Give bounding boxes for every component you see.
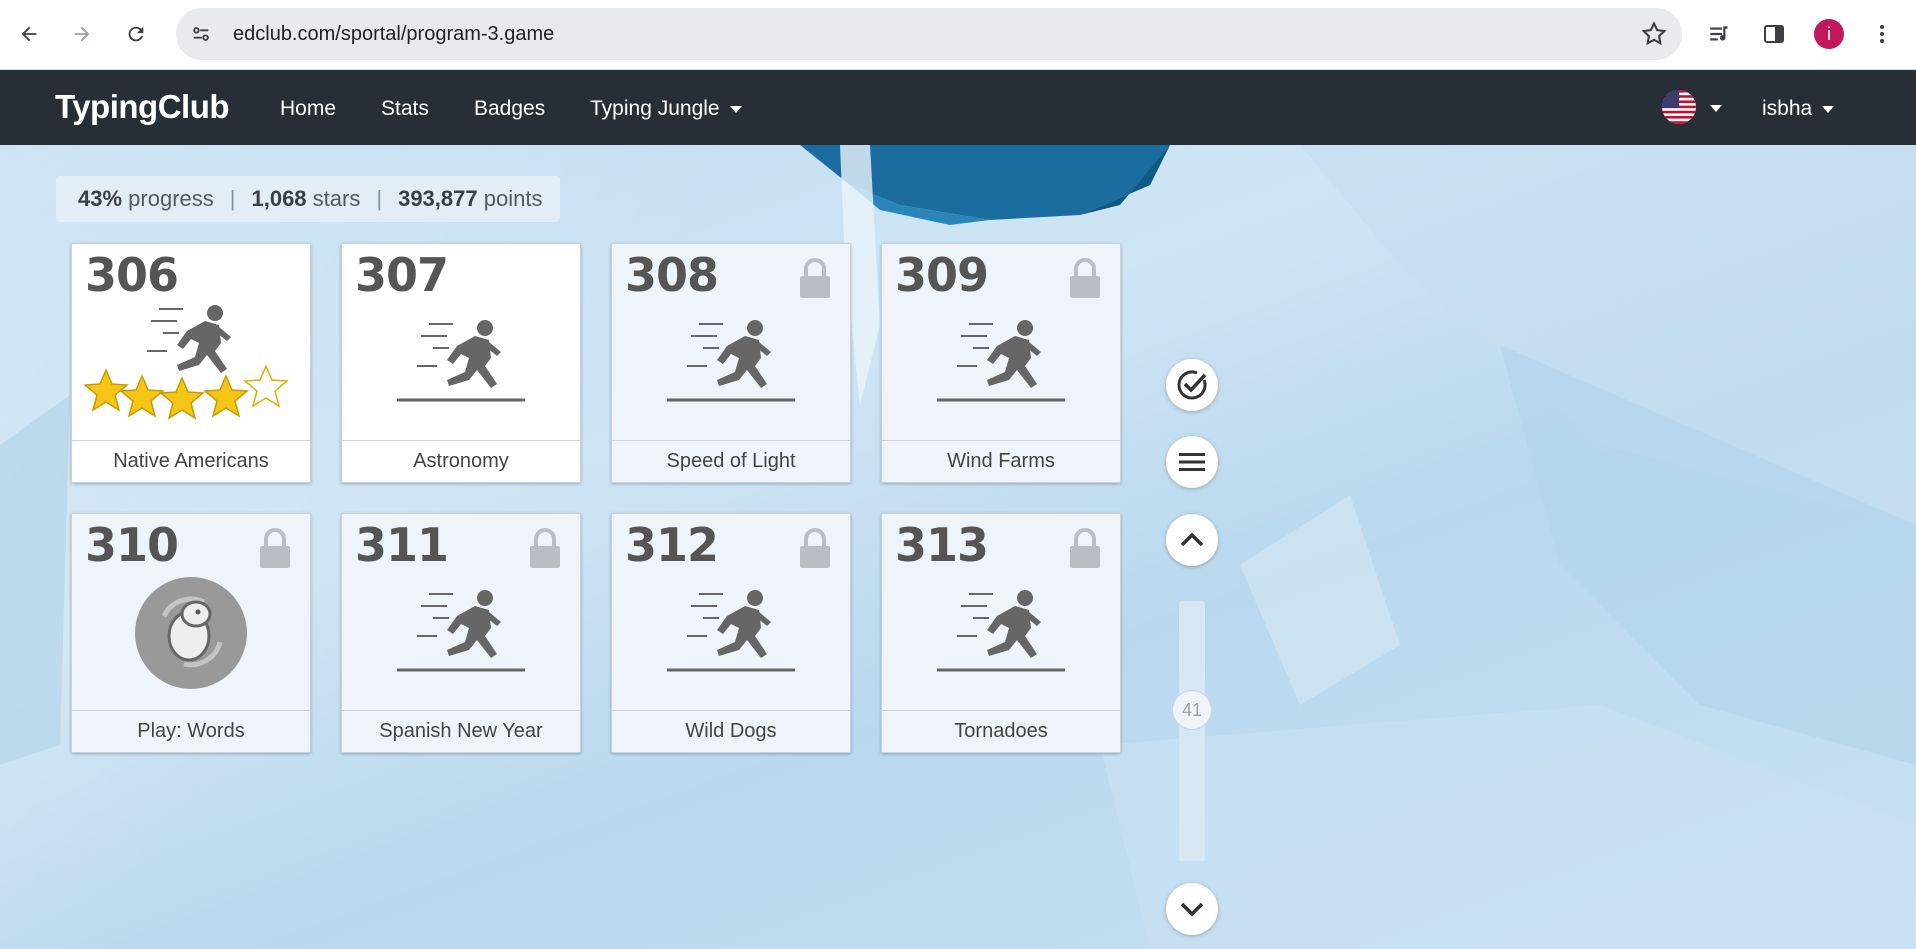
user-menu-dropdown[interactable]: isbha bbox=[1762, 97, 1835, 121]
progress-label: progress bbox=[128, 186, 214, 211]
lesson-title: Wind Farms bbox=[882, 440, 1120, 482]
reload-icon bbox=[128, 26, 144, 42]
forward-button[interactable] bbox=[63, 15, 101, 53]
scroll-down-button[interactable] bbox=[1166, 883, 1218, 935]
lesson-title: Wild Dogs bbox=[612, 710, 850, 752]
address-bar[interactable]: edclub.com/sportal/program-3.game bbox=[176, 8, 1682, 60]
lesson-number: 311 bbox=[355, 518, 449, 572]
app-navbar: TypingClub Home Stats Badges Typing Jung… bbox=[0, 70, 1916, 145]
lesson-title: Play: Words bbox=[72, 710, 310, 752]
lesson-card-307[interactable]: 307 Astronomy bbox=[341, 243, 581, 483]
reload-button[interactable] bbox=[117, 15, 155, 53]
lock-icon bbox=[800, 258, 830, 298]
chevron-up-icon bbox=[1180, 532, 1204, 547]
lesson-card-313[interactable]: 313 Tornadoes bbox=[881, 513, 1121, 753]
points-value: 393,877 bbox=[398, 186, 478, 211]
runner-icon bbox=[667, 590, 795, 672]
site-info-icon[interactable] bbox=[184, 17, 218, 51]
lesson-card-309[interactable]: 309 Wind Farms bbox=[881, 243, 1121, 483]
menu-button[interactable] bbox=[1166, 436, 1218, 488]
check-circle-icon bbox=[1177, 370, 1207, 400]
hamburger-icon bbox=[1179, 453, 1205, 471]
lesson-number: 309 bbox=[895, 248, 989, 302]
scroll-thumb[interactable]: 41 bbox=[1172, 690, 1212, 730]
bookmark-star-icon[interactable] bbox=[1640, 20, 1668, 48]
runner-icon bbox=[397, 320, 525, 402]
nav-home[interactable]: Home bbox=[280, 97, 336, 121]
divider: | bbox=[376, 186, 383, 211]
completed-lessons-button[interactable] bbox=[1166, 359, 1218, 411]
back-button[interactable] bbox=[10, 15, 48, 53]
star-rating bbox=[84, 365, 288, 419]
points-label: points bbox=[483, 186, 543, 211]
lesson-number: 308 bbox=[625, 248, 719, 302]
profile-avatar[interactable]: i bbox=[1813, 18, 1845, 50]
lock-icon bbox=[1070, 258, 1100, 298]
runner-icon bbox=[937, 320, 1065, 402]
lesson-number: 310 bbox=[85, 518, 179, 572]
lock-icon bbox=[800, 528, 830, 568]
side-panel-icon[interactable] bbox=[1758, 18, 1790, 50]
lesson-title: Spanish New Year bbox=[342, 710, 580, 752]
lesson-card-310[interactable]: 310 Play: Words bbox=[71, 513, 311, 753]
browser-toolbar: edclub.com/sportal/program-3.game i bbox=[0, 0, 1916, 70]
lesson-card-312[interactable]: 312 Wild Dogs bbox=[611, 513, 851, 753]
lock-icon bbox=[1070, 528, 1100, 568]
nav-badges[interactable]: Badges bbox=[474, 97, 545, 121]
scroll-track[interactable] bbox=[1179, 601, 1205, 861]
lesson-number: 312 bbox=[625, 518, 719, 572]
media-control-icon[interactable] bbox=[1704, 18, 1736, 50]
divider: | bbox=[229, 186, 236, 211]
lesson-card-308[interactable]: 308 Speed of Light bbox=[611, 243, 851, 483]
runner-icon bbox=[397, 590, 525, 672]
chevron-down-icon bbox=[1822, 105, 1835, 113]
game-badge-icon bbox=[135, 577, 247, 689]
runner-icon bbox=[667, 320, 795, 402]
arrow-right-icon bbox=[74, 26, 90, 42]
scroll-up-button[interactable] bbox=[1166, 514, 1218, 566]
browser-menu-icon[interactable] bbox=[1866, 18, 1898, 50]
lesson-map-area: 43% progress | 1,068 stars | 393,877 poi… bbox=[0, 145, 1916, 949]
nav-stats[interactable]: Stats bbox=[381, 97, 429, 121]
lesson-number: 306 bbox=[85, 248, 179, 302]
lesson-title: Speed of Light bbox=[612, 440, 850, 482]
lesson-title: Native Americans bbox=[72, 440, 310, 482]
nav-typing-jungle-label: Typing Jungle bbox=[590, 97, 720, 120]
lesson-title: Tornadoes bbox=[882, 710, 1120, 752]
us-flag-icon[interactable] bbox=[1662, 90, 1696, 124]
lesson-number: 313 bbox=[895, 518, 989, 572]
lesson-card-311[interactable]: 311 Spanish New Year bbox=[341, 513, 581, 753]
username: isbha bbox=[1762, 97, 1813, 120]
lock-icon bbox=[260, 528, 290, 568]
stars-value: 1,068 bbox=[251, 186, 307, 211]
nav-typing-jungle-dropdown[interactable]: Typing Jungle bbox=[590, 97, 742, 121]
lesson-card-306[interactable]: 306 Native Americans bbox=[71, 243, 311, 483]
progress-stats-bar: 43% progress | 1,068 stars | 393,877 poi… bbox=[56, 176, 561, 222]
runner-icon bbox=[937, 590, 1065, 672]
stars-label: stars bbox=[312, 186, 361, 211]
language-chevron-down-icon[interactable] bbox=[1710, 105, 1722, 112]
progress-value: 43% bbox=[78, 186, 123, 211]
chevron-down-icon bbox=[1180, 902, 1204, 917]
chevron-down-icon bbox=[729, 105, 742, 113]
brand-logo[interactable]: TypingClub bbox=[55, 88, 230, 126]
lock-icon bbox=[530, 528, 560, 568]
lesson-title: Astronomy bbox=[342, 440, 580, 482]
lesson-number: 307 bbox=[355, 248, 449, 302]
url-text[interactable]: edclub.com/sportal/program-3.game bbox=[233, 23, 554, 46]
arrow-left-icon bbox=[21, 26, 37, 42]
